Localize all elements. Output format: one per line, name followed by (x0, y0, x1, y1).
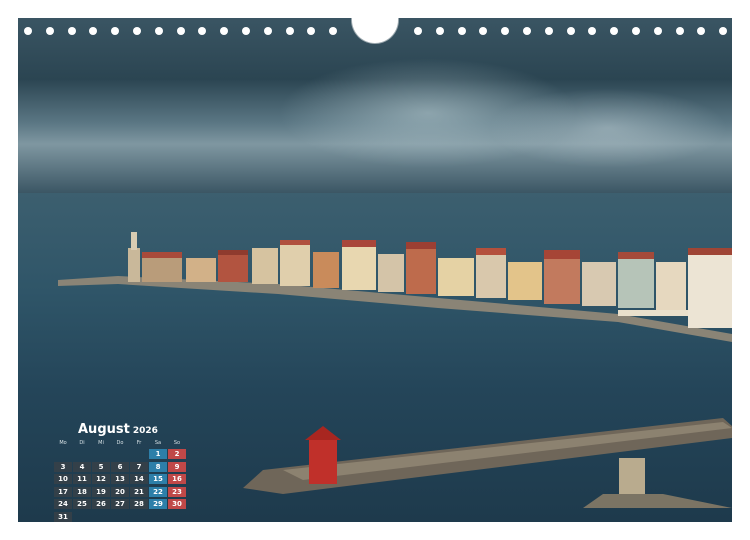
binding-hole (111, 27, 119, 35)
binding-hole (654, 27, 662, 35)
calendar-day: 30 (168, 499, 186, 509)
calendar-day: 15 (149, 474, 167, 484)
binding-hole (177, 27, 185, 35)
calendar-day: 27 (111, 499, 129, 509)
binding-hole (632, 27, 640, 35)
binding-hole (567, 27, 575, 35)
calendar-day: 23 (168, 486, 186, 497)
weekday-label: So (173, 440, 181, 446)
calendar-day: 5 (92, 461, 110, 472)
month-name: August (78, 422, 130, 437)
year-label: 2026 (132, 426, 158, 436)
calendar-day: 19 (92, 486, 110, 497)
binding-hole (89, 27, 97, 35)
calendar-day: 10 (54, 474, 72, 484)
weekday-label: Sa (154, 440, 162, 446)
binding-hole (610, 27, 618, 35)
binding-hole (479, 27, 487, 35)
binding-hole (24, 27, 32, 35)
calendar-day: 22 (149, 486, 167, 497)
weekday-label: Mo (59, 440, 67, 446)
calendar-day: 21 (130, 486, 148, 497)
calendar-day: 28 (130, 499, 148, 509)
calendar-day: 2 (168, 449, 186, 459)
binding-hole (523, 27, 531, 35)
binding-hole (155, 27, 163, 35)
calendar-day: 6 (111, 461, 129, 472)
binding-hole (697, 27, 705, 35)
binding-hole (198, 27, 206, 35)
weekday-label: Fr (136, 440, 142, 446)
weekday-label: Do (116, 440, 124, 446)
binding-hole (307, 27, 315, 35)
binding-hole (286, 27, 294, 35)
calendar-day: 18 (73, 486, 91, 497)
calendar-day: 20 (111, 486, 129, 497)
calendar-day: 31 (54, 511, 72, 522)
binding-hole (46, 27, 54, 35)
binding-hole (588, 27, 596, 35)
binding-hole (329, 27, 337, 35)
binding-hole (133, 27, 141, 35)
binding-hole (220, 27, 228, 35)
calendar-day: 12 (92, 474, 110, 484)
calendar-day: 1 (149, 449, 167, 459)
calendar-day: 14 (130, 474, 148, 484)
calendar-day: 16 (168, 474, 186, 484)
calendar-day: 3 (54, 461, 72, 472)
calendar-day: 13 (111, 474, 129, 484)
calendar-day: 11 (73, 474, 91, 484)
binding-hole (436, 27, 444, 35)
binding-hole (719, 27, 727, 35)
calendar-day: 9 (168, 461, 186, 472)
coastal-town-photo (58, 232, 732, 342)
pier-with-lighthouse-photo (243, 418, 732, 508)
month-calendar: August 2026 Mo Di Mi Do Fr Sa So 1 2 3 4 5 6 7 8 9 10 11 12… (54, 422, 190, 522)
binding-hole (68, 27, 76, 35)
stormy-sky (18, 18, 732, 193)
calendar-day: 4 (73, 461, 91, 472)
binding-hole (676, 27, 684, 35)
binding-hole (458, 27, 466, 35)
weekday-label: Di (79, 440, 85, 446)
binding-hole (545, 27, 553, 35)
calendar-page: August 2026 Mo Di Mi Do Fr Sa So 1 2 3 4 5 6 7 8 9 10 11 12… (18, 18, 732, 522)
binding-hole (242, 27, 250, 35)
calendar-day: 25 (73, 499, 91, 509)
binding-hole (414, 27, 422, 35)
weekday-label: Mi (98, 440, 104, 446)
binding-hole (501, 27, 509, 35)
calendar-day: 24 (54, 499, 72, 509)
calendar-day: 7 (130, 461, 148, 472)
calendar-day: 26 (92, 499, 110, 509)
calendar-day: 8 (149, 461, 167, 472)
binding-hole (264, 27, 272, 35)
calendar-day: 29 (149, 499, 167, 509)
calendar-title: August 2026 (78, 422, 158, 437)
calendar-day: 17 (54, 486, 72, 497)
